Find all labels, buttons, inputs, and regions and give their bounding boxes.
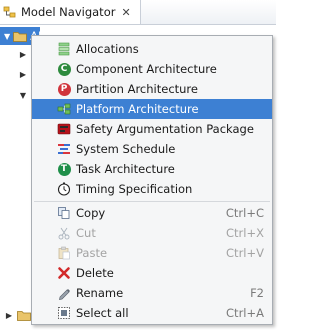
- menu-item-label: Rename: [76, 286, 124, 300]
- tab-model-navigator[interactable]: Model Navigator ✕: [0, 0, 141, 24]
- menu-item-safety-argumentation-package[interactable]: Safety Argumentation Package: [32, 119, 272, 139]
- menu-item-cut[interactable]: Cut Ctrl+X: [32, 223, 272, 243]
- view-header: Model Navigator ✕: [0, 0, 276, 25]
- menu-item-label: System Schedule: [76, 142, 176, 156]
- menu-item-select-all[interactable]: Select all Ctrl+A: [32, 303, 272, 323]
- menu-item-label: Paste: [76, 246, 108, 260]
- menu-item-platform-architecture[interactable]: Platform Architecture: [32, 99, 272, 119]
- menu-item-label: Task Architecture: [76, 162, 175, 176]
- menu-item-label: Delete: [76, 266, 114, 280]
- tree-item-project[interactable]: ▶: [0, 306, 31, 324]
- menu-item-timing-specification[interactable]: Timing Specification: [32, 179, 272, 199]
- close-icon[interactable]: ✕: [121, 6, 130, 19]
- menu-item-label: Allocations: [76, 42, 139, 56]
- copy-icon: [57, 206, 71, 220]
- menu-item-label: Platform Architecture: [76, 102, 199, 116]
- menu-item-rename[interactable]: Rename F2: [32, 283, 272, 303]
- menu-item-partition-architecture[interactable]: P Partition Architecture: [32, 79, 272, 99]
- tree-item-child[interactable]: ▼: [0, 86, 28, 104]
- shortcut-label: Ctrl+X: [226, 226, 264, 240]
- shortcut-label: Ctrl+C: [225, 206, 264, 220]
- menu-item-component-architecture[interactable]: C Component Architecture: [32, 59, 272, 79]
- chevron-right-icon[interactable]: ▶: [4, 310, 14, 320]
- menu-item-delete[interactable]: Delete: [32, 263, 272, 283]
- platform-architecture-icon: [57, 102, 71, 116]
- menu-separator: [34, 201, 270, 202]
- chevron-down-icon[interactable]: ▼: [4, 31, 10, 41]
- menu-item-label: Safety Argumentation Package: [76, 122, 254, 136]
- task-architecture-icon: T: [57, 162, 71, 176]
- timing-specification-icon: [57, 182, 71, 196]
- rename-icon: [57, 286, 71, 300]
- menu-item-label: Copy: [76, 206, 106, 220]
- model-navigator-icon: [3, 5, 17, 19]
- chevron-right-icon[interactable]: ▶: [18, 49, 28, 59]
- menu-item-label: Timing Specification: [76, 182, 193, 196]
- menu-item-label: Component Architecture: [76, 62, 217, 76]
- project-folder-icon: [13, 31, 28, 42]
- safety-argumentation-icon: [57, 122, 71, 136]
- view-title: Model Navigator: [21, 5, 116, 19]
- tree-item-child[interactable]: ▶: [0, 65, 28, 83]
- menu-item-allocations[interactable]: Allocations: [32, 39, 272, 59]
- partition-architecture-icon: P: [57, 82, 71, 96]
- component-architecture-icon: C: [57, 62, 71, 76]
- menu-item-label: Select all: [76, 306, 129, 320]
- cut-icon: [57, 226, 71, 240]
- shortcut-label: Ctrl+V: [226, 246, 264, 260]
- select-all-icon: [57, 306, 71, 320]
- menu-item-paste[interactable]: Paste Ctrl+V: [32, 243, 272, 263]
- context-menu: Allocations C Component Architecture P P…: [31, 35, 273, 325]
- tree-item-child[interactable]: ▶: [0, 45, 28, 63]
- shortcut-label: Ctrl+A: [226, 306, 264, 320]
- delete-icon: [57, 266, 71, 280]
- menu-item-label: Partition Architecture: [76, 82, 198, 96]
- paste-icon: [57, 246, 71, 260]
- menu-item-system-schedule[interactable]: System Schedule: [32, 139, 272, 159]
- menu-item-copy[interactable]: Copy Ctrl+C: [32, 203, 272, 223]
- allocations-icon: [57, 42, 71, 56]
- chevron-right-icon[interactable]: ▶: [18, 69, 28, 79]
- system-schedule-icon: [57, 142, 71, 156]
- shortcut-label: F2: [250, 286, 264, 300]
- menu-item-task-architecture[interactable]: T Task Architecture: [32, 159, 272, 179]
- menu-item-label: Cut: [76, 226, 96, 240]
- project-folder-icon: [17, 310, 31, 321]
- chevron-down-icon[interactable]: ▼: [18, 90, 28, 100]
